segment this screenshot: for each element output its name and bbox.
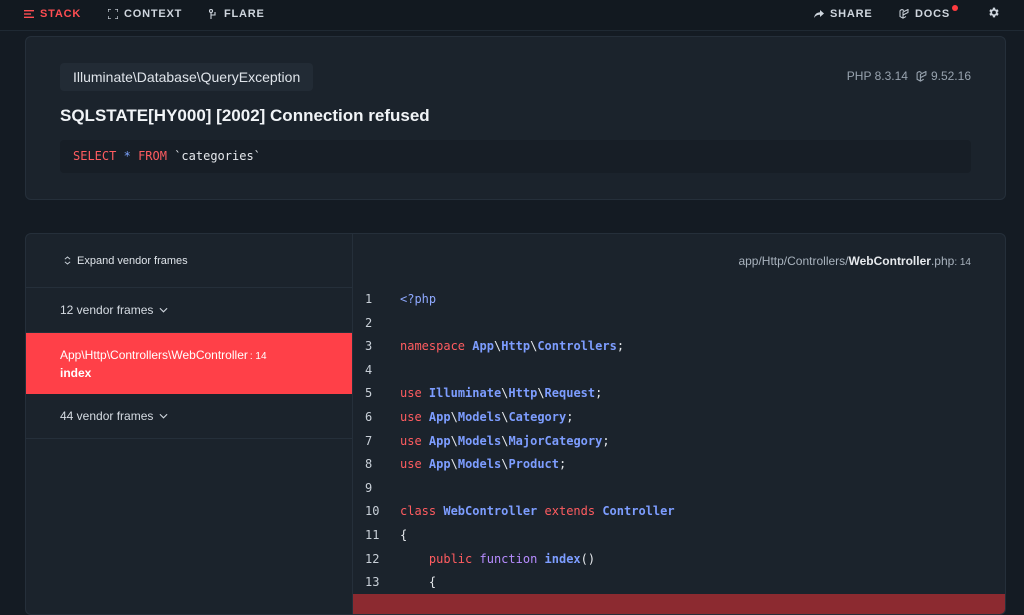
code-line[interactable]: 6 use App\Models\Category; (353, 406, 1005, 430)
vendor-frames-group[interactable]: 44 vendor frames (26, 394, 352, 439)
tab-stack-label: STACK (40, 8, 82, 20)
expand-vendor-frames-label: Expand vendor frames (77, 254, 188, 267)
code-line[interactable]: 4 (353, 359, 1005, 383)
file-path[interactable]: app/Http/Controllers/WebController.php: … (738, 254, 971, 268)
php-version: PHP 8.3.14 (846, 69, 908, 83)
stack-icon (24, 10, 34, 18)
code-line[interactable]: 12 public function index() (353, 548, 1005, 572)
exception-class[interactable]: Illuminate\Database\QueryException (60, 63, 314, 91)
code-line[interactable]: 8 use App\Models\Product; (353, 453, 1005, 477)
tab-stack[interactable]: STACK (24, 8, 81, 20)
chevron-down-icon (159, 413, 168, 419)
frame-class-path: App\Http\Controllers\WebController (60, 348, 248, 362)
code-line[interactable]: 11{ (353, 524, 1005, 548)
frames-panel: Expand vendor frames 12 vendor frames Ap… (26, 234, 353, 614)
sql-select: SELECT (73, 149, 117, 163)
tab-flare[interactable]: FLARE (208, 8, 265, 20)
file-path-dir: app/Http/Controllers/ (738, 254, 849, 268)
tab-context[interactable]: CONTEXT (108, 8, 182, 20)
sql-query: SELECT * FROM `categories` (60, 140, 971, 173)
gear-icon (989, 7, 999, 18)
code-lines: 1 <?php 2 3 namespace App\Http\Controllers… (353, 288, 1005, 595)
tab-context-label: CONTEXT (124, 8, 183, 20)
code-line[interactable]: 2 (353, 312, 1005, 336)
laravel-version: 9.52.16 (916, 69, 971, 83)
exception-message: SQLSTATE[HY000] [2002] Connection refuse… (60, 106, 430, 125)
code-line[interactable]: 1 <?php (353, 288, 1005, 312)
settings-button[interactable] (987, 6, 1000, 19)
vendor-frames-label: 12 vendor frames (60, 303, 154, 317)
tab-flare-label: FLARE (224, 8, 265, 20)
expand-vendor-frames-button[interactable]: Expand vendor frames (26, 234, 352, 288)
exception-card: Illuminate\Database\QueryException PHP 8… (25, 36, 1006, 200)
share-icon (814, 10, 824, 18)
chevron-up-down-icon (64, 256, 71, 265)
vendor-frames-group[interactable]: 12 vendor frames (26, 288, 352, 333)
expand-icon (108, 9, 118, 19)
sql-star: * (123, 149, 131, 163)
share-label: SHARE (830, 8, 873, 20)
file-ext: .php (930, 254, 955, 268)
frame-line-number: : 14 (249, 351, 267, 362)
share-button[interactable]: SHARE (814, 8, 873, 20)
laravel-icon (916, 70, 927, 82)
frame-method: index (60, 366, 92, 380)
code-line[interactable]: 13 { (353, 571, 1005, 595)
code-line[interactable]: 3 namespace App\Http\Controllers; (353, 335, 1005, 359)
laravel-icon (899, 9, 909, 19)
top-navigation: STACK CONTEXT FLARE SHARE DOCS (0, 0, 1024, 31)
stack-trace-card: Expand vendor frames 12 vendor frames Ap… (25, 233, 1006, 615)
code-viewer: app/Http/Controllers/WebController.php: … (353, 234, 1005, 614)
stack-frame-active[interactable]: App\Http\Controllers\WebController: 14 i… (26, 333, 352, 394)
code-line[interactable]: 5 use Illuminate\Http\Request; (353, 382, 1005, 406)
file-line: : 14 (954, 257, 971, 268)
version-info: PHP 8.3.14 9.52.16 (847, 69, 971, 83)
docs-label: DOCS (915, 8, 950, 20)
code-line[interactable]: 9 (353, 477, 1005, 501)
code-line[interactable]: 7 use App\Models\MajorCategory; (353, 430, 1005, 454)
highlighted-error-line[interactable] (353, 594, 1005, 614)
code-line[interactable]: 10 class WebController extends Controller (353, 500, 1005, 524)
chevron-down-icon (159, 307, 168, 313)
docs-button[interactable]: DOCS (899, 8, 950, 20)
docs-notification-dot (952, 5, 958, 11)
sql-from: FROM (138, 149, 167, 163)
sql-table: `categories` (174, 149, 261, 163)
file-name: WebController (848, 254, 931, 268)
laravel-version-text: 9.52.16 (930, 69, 971, 83)
flare-icon (208, 9, 216, 19)
vendor-frames-label: 44 vendor frames (60, 409, 154, 423)
